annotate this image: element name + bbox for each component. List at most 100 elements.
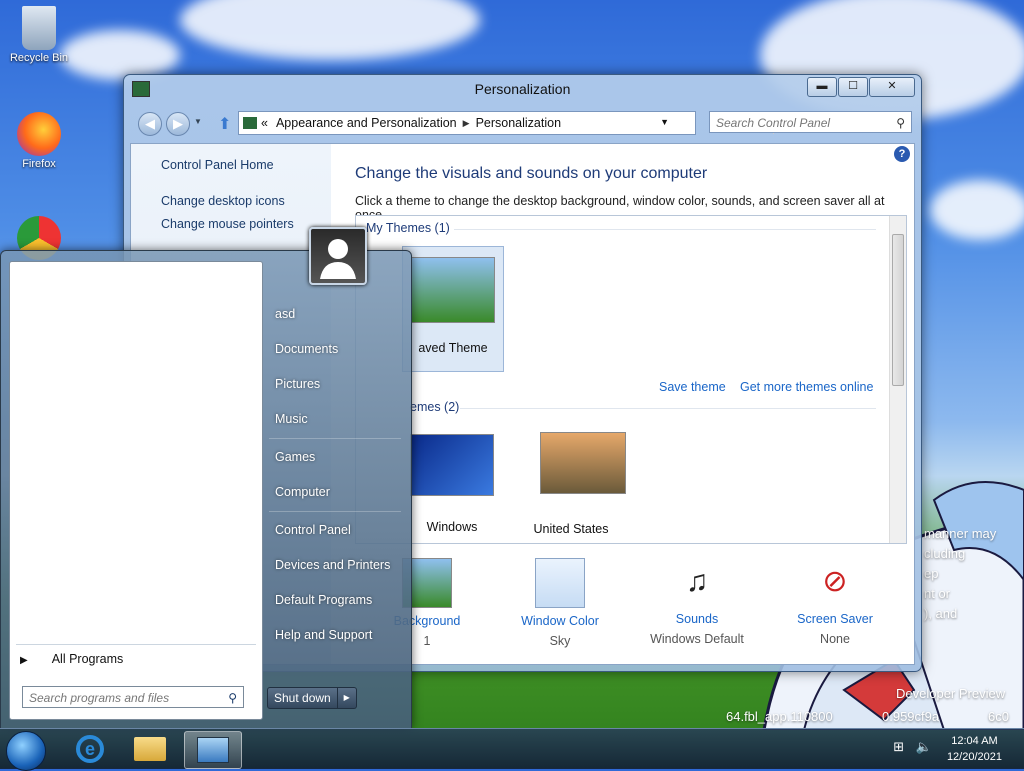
search-icon[interactable]: ⚲	[896, 112, 905, 134]
desktop-icon-firefox[interactable]: Firefox	[3, 112, 75, 170]
sounds-setting[interactable]: ♫ Sounds Windows Default	[647, 558, 747, 646]
theme-label: Windows	[426, 520, 478, 534]
desktop-icon-recycle-bin[interactable]: Recycle Bin	[3, 6, 75, 64]
screen-saver-setting[interactable]: ⊘ Screen Saver None	[785, 558, 885, 646]
setting-label: Sounds	[675, 612, 719, 626]
start-item-pictures[interactable]: Pictures	[275, 377, 320, 391]
control-panel-icon	[197, 737, 229, 763]
start-item-games[interactable]: Games	[275, 450, 315, 464]
start-item-computer[interactable]: Computer	[275, 485, 330, 499]
start-menu-programs-pane: ▶ All Programs Search programs and files …	[9, 261, 263, 720]
start-item-control-panel[interactable]: Control Panel	[275, 523, 351, 537]
breadcrumb-chevron-icon[interactable]: ▶	[463, 118, 470, 129]
breadcrumb-personalization[interactable]: Personalization	[476, 116, 561, 130]
system-tray: ⊞ 🔈	[893, 739, 932, 755]
search-control-panel-input[interactable]: Search Control Panel ⚲	[709, 111, 912, 133]
cloud	[60, 30, 180, 80]
theme-tile-windows[interactable]: Windows	[402, 428, 502, 543]
start-menu-separator	[269, 511, 401, 512]
clock-date: 12/20/2021	[946, 751, 1002, 763]
page-heading: Change the visuals and sounds on your co…	[355, 165, 708, 182]
window-title: Personalization	[474, 81, 571, 97]
windows-theme-thumbnail	[410, 434, 494, 496]
search-icon[interactable]: ⚲	[228, 687, 237, 709]
start-item-devices-printers[interactable]: Devices and Printers	[275, 558, 390, 572]
themes-list: My Themes (1) aved Theme Save theme Get …	[355, 215, 907, 544]
watermark-line: ), and	[924, 606, 958, 621]
search-placeholder: Search programs and files	[29, 691, 170, 705]
group-divider	[460, 408, 876, 409]
clock[interactable]: 12:04 AM 12/20/2021	[947, 733, 1002, 765]
control-panel-home-link[interactable]: Control Panel Home	[161, 158, 274, 172]
saved-theme-tile[interactable]: aved Theme	[402, 246, 504, 372]
theme-label: United States	[533, 522, 609, 536]
taskbar-internet-explorer[interactable]: e	[62, 731, 118, 767]
setting-value: Sky	[549, 634, 571, 648]
close-button[interactable]: ✕	[869, 77, 915, 97]
shutdown-options-arrow-icon[interactable]: ▶	[337, 687, 357, 709]
user-avatar[interactable]	[309, 227, 367, 285]
back-button[interactable]: ◀	[138, 112, 162, 136]
cloud	[930, 180, 1024, 240]
my-themes-group-label: My Themes (1)	[366, 221, 450, 235]
desktop-icon-label: Firefox	[22, 158, 56, 170]
address-dropdown-icon[interactable]: ▼	[660, 117, 669, 127]
window-color-setting[interactable]: Window Color Sky	[510, 558, 610, 648]
screen-saver-icon: ⊘	[822, 565, 848, 598]
help-button[interactable]: ?	[894, 146, 910, 162]
search-placeholder: Search Control Panel	[716, 116, 831, 130]
start-menu: ▶ All Programs Search programs and files …	[0, 227, 412, 729]
theme-components: Background 1 Window Color Sky ♫ Sounds W…	[355, 558, 904, 658]
save-theme-link[interactable]: Save theme	[659, 380, 726, 394]
change-mouse-pointers-link[interactable]: Change mouse pointers	[161, 217, 294, 231]
watermark-line: nt or	[924, 586, 951, 601]
volume-icon[interactable]: 🔈	[916, 739, 932, 754]
themes-scrollbar[interactable]	[889, 216, 906, 543]
start-button[interactable]	[6, 731, 46, 771]
group-divider	[454, 229, 876, 230]
address-bar[interactable]: « Appearance and Personalization ▶ Perso…	[238, 111, 791, 135]
setting-label: Window Color	[521, 614, 599, 628]
start-item-help-support[interactable]: Help and Support	[275, 628, 372, 642]
firefox-icon	[17, 112, 61, 156]
address-overflow[interactable]: «	[261, 116, 268, 130]
network-icon[interactable]: ⊞	[893, 739, 904, 754]
start-item-documents[interactable]: Documents	[275, 342, 338, 356]
desktop-icon-label: Recycle Bin	[9, 52, 69, 64]
forward-button[interactable]: ▶	[166, 112, 190, 136]
watermark-line: cluding	[924, 546, 966, 561]
all-programs-button[interactable]: ▶ All Programs	[20, 652, 123, 666]
search-programs-input[interactable]: Search programs and files ⚲	[22, 686, 244, 708]
change-desktop-icons-link[interactable]: Change desktop icons	[161, 194, 285, 208]
setting-value: None	[820, 632, 850, 646]
theme-tile-united-states[interactable]: United States	[506, 428, 636, 543]
minimize-button[interactable]: ▬	[807, 77, 837, 97]
shutdown-button[interactable]: Shut down	[267, 687, 338, 709]
control-panel-icon	[243, 117, 257, 129]
sounds-icon: ♫	[685, 565, 709, 598]
aero-themes-group-label: emes (2)	[410, 400, 460, 414]
get-more-themes-link[interactable]: Get more themes online	[740, 380, 873, 394]
setting-label: Screen Saver	[797, 612, 873, 626]
cloud	[180, 0, 480, 60]
maximize-button[interactable]: ☐	[838, 77, 868, 97]
taskbar-file-explorer[interactable]	[122, 731, 178, 767]
navigation-bar: ◀ ▶ ▼ ⬆ « Appearance and Personalization…	[134, 111, 913, 137]
window-controls: ▬ ☐ ✕	[806, 77, 915, 97]
recycle-bin-icon	[22, 6, 56, 50]
taskbar-control-panel[interactable]	[184, 731, 242, 769]
recent-pages-dropdown[interactable]: ▼	[194, 117, 202, 126]
start-item-music[interactable]: Music	[275, 412, 308, 426]
watermark-line: 0.959cf9a	[882, 709, 940, 724]
start-item-default-programs[interactable]: Default Programs	[275, 593, 372, 607]
watermark-line: 6c0	[988, 709, 1009, 724]
saved-theme-label: aved Theme	[418, 341, 488, 355]
folder-icon	[134, 737, 166, 761]
scrollbar-thumb[interactable]	[892, 234, 904, 386]
start-item-user[interactable]: asd	[275, 307, 295, 321]
breadcrumb-appearance[interactable]: Appearance and Personalization	[276, 116, 457, 130]
watermark-line: manner may	[924, 526, 997, 541]
up-arrow-icon[interactable]: ⬆	[218, 114, 231, 134]
watermark-line: Developer Preview	[896, 686, 1006, 701]
forward-arrow-icon: ▶	[173, 116, 183, 131]
